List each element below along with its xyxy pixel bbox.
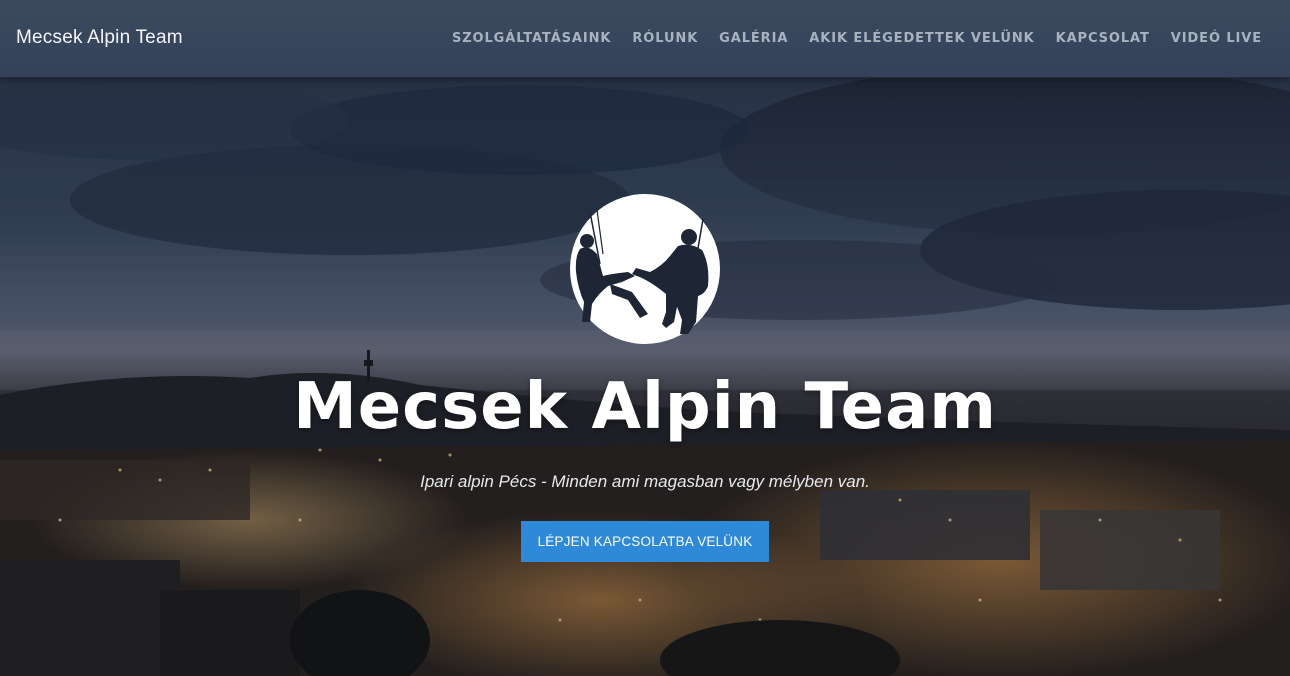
nav-item-galeria[interactable]: GALÉRIA	[719, 31, 788, 46]
navbar: Mecsek Alpin Team SZOLGÁLTATÁSAINK RÓLUN…	[0, 0, 1290, 78]
contact-us-button[interactable]: LÉPJEN KAPCSOLATBA VELÜNK	[521, 521, 769, 562]
hero-title: Mecsek Alpin Team	[293, 370, 997, 444]
brand-logo-text[interactable]: Mecsek Alpin Team	[16, 27, 183, 49]
rope-access-climbers-logo	[570, 194, 720, 344]
nav-item-akik-elegedettek[interactable]: AKIK ELÉGEDETTEK VELÜNK	[809, 31, 1034, 46]
nav-item-szolgaltatasaink[interactable]: SZOLGÁLTATÁSAINK	[452, 31, 611, 46]
nav-item-video-live[interactable]: VIDEÓ LIVE	[1171, 31, 1262, 46]
nav-item-rolunk[interactable]: RÓLUNK	[632, 31, 698, 46]
nav-item-kapcsolat[interactable]: KAPCSOLAT	[1056, 31, 1150, 46]
main-nav: SZOLGÁLTATÁSAINK RÓLUNK GALÉRIA AKIK ELÉ…	[431, 31, 1262, 46]
hero-subtitle: Ipari alpin Pécs - Minden ami magasban v…	[420, 472, 870, 491]
